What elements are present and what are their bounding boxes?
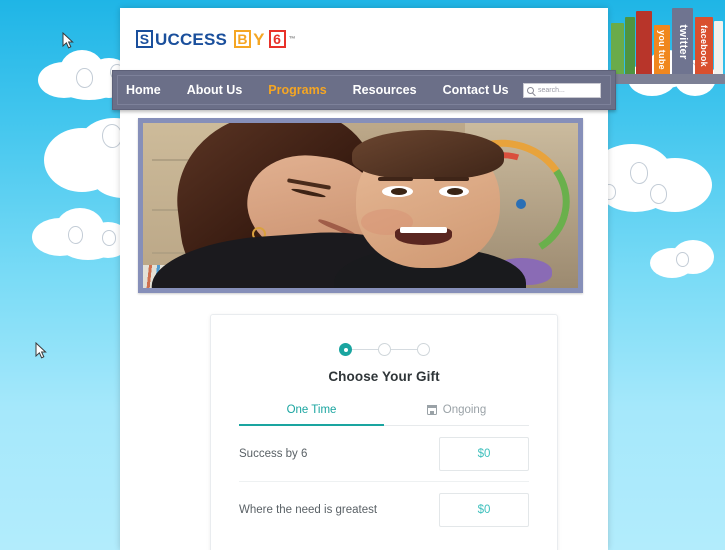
gift-amount-input-where-needed[interactable]: $0 xyxy=(439,493,529,527)
step-line-1 xyxy=(351,348,378,351)
book-shelf xyxy=(609,74,725,84)
book-youtube-label: you tube xyxy=(657,30,667,70)
photo-baby-eye-left xyxy=(382,185,413,198)
nav-item-about-us[interactable]: About Us xyxy=(174,83,256,97)
hero-photo xyxy=(143,123,578,288)
donation-card: Choose Your Gift One Time Ongoing Succes… xyxy=(210,314,558,550)
social-books-shelf: you tube twitter facebook xyxy=(609,8,725,84)
mouse-cursor xyxy=(62,31,74,50)
book-youtube[interactable]: you tube xyxy=(654,25,670,75)
tab-ongoing[interactable]: Ongoing xyxy=(384,404,529,425)
nav-item-programs[interactable]: Programs xyxy=(255,83,339,97)
site-header: S UCCESS B Y 6 ™ xyxy=(120,8,608,70)
logo-text-y: Y xyxy=(253,29,265,49)
step-line-2 xyxy=(390,348,417,351)
logo-trademark: ™ xyxy=(288,35,296,43)
photo-baby-brow-left xyxy=(377,177,413,181)
tab-ongoing-label: Ongoing xyxy=(442,404,487,416)
search-placeholder: search... xyxy=(538,86,565,94)
site-logo[interactable]: S UCCESS B Y 6 ™ xyxy=(136,30,296,48)
gift-row: Where the need is greatest $0 xyxy=(239,482,529,538)
gift-row: Success by 6 $0 xyxy=(239,426,529,482)
logo-number-6: 6 xyxy=(268,30,286,48)
site-page-container: S UCCESS B Y 6 ™ you tube twitter facebo… xyxy=(112,8,725,550)
search-input[interactable]: search... xyxy=(523,82,601,98)
cloud-left-bottom xyxy=(32,208,132,260)
step-dot-3[interactable] xyxy=(416,343,430,356)
step-indicator xyxy=(211,315,557,356)
card-title: Choose Your Gift xyxy=(328,369,440,384)
book-twitter[interactable]: twitter xyxy=(672,8,693,75)
hero-frame xyxy=(138,118,583,293)
photo-toy-bead xyxy=(515,198,526,209)
hero-section xyxy=(138,118,583,293)
photo-baby-hair xyxy=(351,129,505,180)
book-facebook[interactable]: facebook xyxy=(695,17,713,75)
photo-baby-mouth xyxy=(395,226,452,246)
tab-one-time[interactable]: One Time xyxy=(239,404,384,426)
logo-letter-b: B xyxy=(234,30,252,48)
book-green xyxy=(611,23,624,75)
gift-type-tabs: One Time Ongoing xyxy=(239,404,529,426)
mouse-cursor xyxy=(35,341,47,360)
gift-label-where-needed: Where the need is greatest xyxy=(239,504,378,516)
logo-letter-s: S xyxy=(136,30,153,48)
gift-amount-input-success-by-6[interactable]: $0 xyxy=(439,436,529,471)
logo-text-uccess: UCCESS xyxy=(155,29,228,49)
search-icon xyxy=(527,86,534,94)
book-red xyxy=(636,11,652,75)
cloud-right-lower xyxy=(650,240,725,280)
book-twitter-label: twitter xyxy=(676,23,689,60)
tab-one-time-label: One Time xyxy=(286,404,337,416)
nav-item-home[interactable]: Home xyxy=(113,83,174,97)
book-green-dark xyxy=(625,17,635,75)
nav-item-resources[interactable]: Resources xyxy=(340,83,430,97)
cursor-arrow-icon xyxy=(35,341,47,359)
step-dot-1[interactable] xyxy=(338,343,352,356)
photo-baby-brow-right xyxy=(434,177,470,181)
nav-item-contact-us[interactable]: Contact Us xyxy=(430,83,522,97)
calendar-icon xyxy=(426,404,437,415)
cloud-right-middle xyxy=(592,140,712,214)
book-white xyxy=(714,21,723,75)
gift-label-success-by-6: Success by 6 xyxy=(239,447,308,460)
main-navigation: Home About Us Programs Resources Contact… xyxy=(112,70,616,110)
step-dot-2[interactable] xyxy=(377,343,391,356)
cursor-arrow-icon xyxy=(62,31,74,49)
book-facebook-label: facebook xyxy=(699,25,709,67)
